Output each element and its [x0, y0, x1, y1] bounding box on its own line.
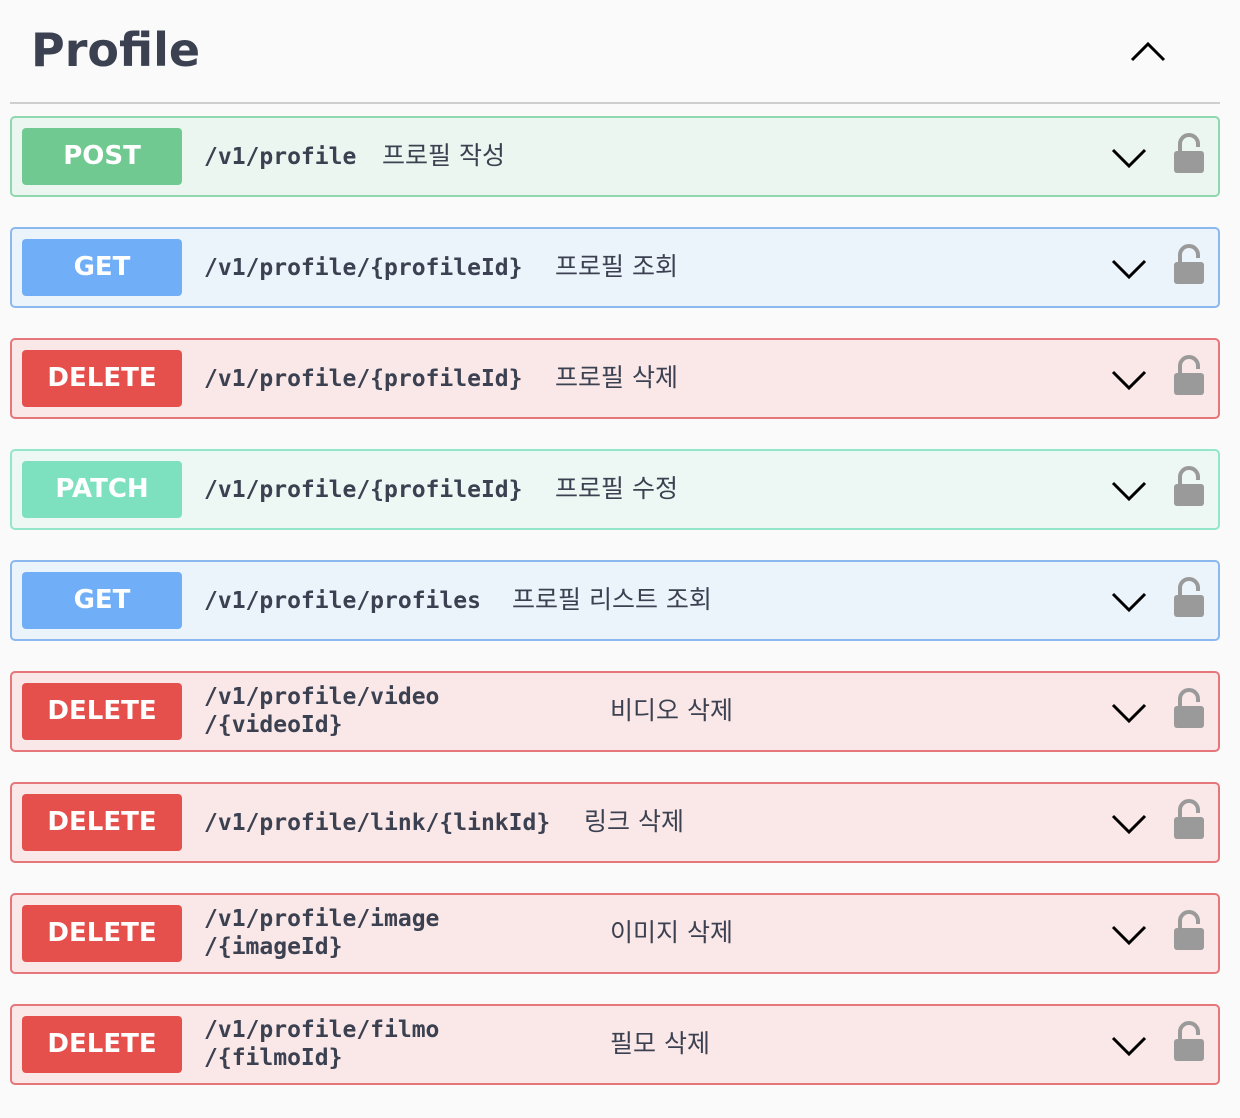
endpoint-path: /v1/profile: [204, 144, 357, 170]
endpoint-path-line: /v1/profile/image: [204, 906, 440, 932]
method-badge: DELETE: [22, 905, 182, 962]
authorize-button[interactable]: [1172, 466, 1206, 508]
endpoint-path: /v1/profile/{profileId}: [204, 255, 523, 281]
endpoint-path-line: /v1/profile/video: [204, 684, 440, 710]
operation-row[interactable]: DELETE /v1/profile/{profileId} 프로필 삭제: [10, 338, 1220, 419]
endpoint-summary: 프로필 리스트 조회: [512, 585, 712, 614]
authorize-button[interactable]: [1172, 688, 1206, 730]
endpoint-summary: 링크 삭제: [584, 807, 684, 836]
operation-row[interactable]: DELETE /v1/profile/video /{videoId} 비디오 …: [10, 671, 1220, 752]
lock-icon: [1174, 799, 1204, 839]
chevron-down-icon: [1111, 592, 1147, 613]
expand-button[interactable]: [1110, 475, 1148, 509]
endpoint-path: /v1/profile/filmo /{filmoId}: [204, 1016, 504, 1072]
section-title: Profile: [31, 23, 201, 77]
operation-row[interactable]: PATCH /v1/profile/{profileId} 프로필 수정: [10, 449, 1220, 530]
lock-icon: [1174, 355, 1204, 395]
endpoint-path-line: /{videoId}: [204, 712, 343, 738]
chevron-down-icon: [1111, 481, 1147, 502]
collapse-button[interactable]: [1126, 30, 1170, 74]
lock-icon: [1174, 577, 1204, 617]
expand-button[interactable]: [1110, 364, 1148, 398]
lock-icon: [1174, 688, 1204, 728]
chevron-down-icon: [1111, 148, 1147, 169]
operation-row[interactable]: POST /v1/profile 프로필 작성: [10, 116, 1220, 197]
endpoint-path-line: /{filmoId}: [204, 1045, 343, 1071]
lock-icon: [1174, 910, 1204, 950]
expand-button[interactable]: [1110, 142, 1148, 176]
operation-row[interactable]: DELETE /v1/profile/image /{imageId} 이미지 …: [10, 893, 1220, 974]
endpoint-summary: 프로필 삭제: [555, 363, 678, 392]
authorize-button[interactable]: [1172, 577, 1206, 619]
authorize-button[interactable]: [1172, 244, 1206, 286]
operation-row[interactable]: DELETE /v1/profile/filmo /{filmoId} 필모 삭…: [10, 1004, 1220, 1085]
authorize-button[interactable]: [1172, 1021, 1206, 1063]
endpoint-path: /v1/profile/profiles: [204, 588, 481, 614]
method-badge: GET: [22, 239, 182, 296]
chevron-down-icon: [1111, 814, 1147, 835]
chevron-down-icon: [1111, 925, 1147, 946]
operation-row[interactable]: GET /v1/profile/{profileId} 프로필 조회: [10, 227, 1220, 308]
endpoint-summary: 필모 삭제: [610, 1029, 710, 1058]
authorize-button[interactable]: [1172, 799, 1206, 841]
endpoint-path: /v1/profile/{profileId}: [204, 366, 523, 392]
endpoint-summary: 프로필 작성: [382, 141, 505, 170]
expand-button[interactable]: [1110, 808, 1148, 842]
method-badge: DELETE: [22, 794, 182, 851]
endpoint-summary: 이미지 삭제: [610, 918, 733, 947]
lock-icon: [1174, 133, 1204, 173]
method-badge: POST: [22, 128, 182, 185]
profile-section: Profile POST /v1/profile 프로필 작성 GET /v1/…: [0, 0, 1240, 1118]
lock-icon: [1174, 1021, 1204, 1061]
expand-button[interactable]: [1110, 253, 1148, 287]
method-badge: PATCH: [22, 461, 182, 518]
chevron-down-icon: [1111, 370, 1147, 391]
endpoint-path-line: /v1/profile/filmo: [204, 1017, 440, 1043]
endpoint-summary: 프로필 조회: [555, 252, 678, 281]
expand-button[interactable]: [1110, 697, 1148, 731]
endpoint-path: /v1/profile/link/{linkId}: [204, 810, 551, 836]
lock-icon: [1174, 244, 1204, 284]
expand-button[interactable]: [1110, 919, 1148, 953]
chevron-down-icon: [1111, 1036, 1147, 1057]
chevron-down-icon: [1111, 703, 1147, 724]
chevron-up-icon: [1130, 41, 1166, 62]
chevron-down-icon: [1111, 259, 1147, 280]
endpoint-path: /v1/profile/{profileId}: [204, 477, 523, 503]
section-header[interactable]: Profile: [10, 0, 1220, 104]
endpoint-path: /v1/profile/video /{videoId}: [204, 683, 504, 739]
authorize-button[interactable]: [1172, 133, 1206, 175]
endpoint-summary: 프로필 수정: [555, 474, 678, 503]
endpoint-summary: 비디오 삭제: [610, 696, 733, 725]
method-badge: DELETE: [22, 683, 182, 740]
operation-row[interactable]: DELETE /v1/profile/link/{linkId} 링크 삭제: [10, 782, 1220, 863]
endpoint-path-line: /{imageId}: [204, 934, 343, 960]
method-badge: DELETE: [22, 1016, 182, 1073]
endpoint-path: /v1/profile/image /{imageId}: [204, 905, 504, 961]
operations-list: POST /v1/profile 프로필 작성 GET /v1/profile/…: [10, 116, 1220, 1085]
authorize-button[interactable]: [1172, 355, 1206, 397]
lock-icon: [1174, 466, 1204, 506]
authorize-button[interactable]: [1172, 910, 1206, 952]
expand-button[interactable]: [1110, 586, 1148, 620]
method-badge: DELETE: [22, 350, 182, 407]
expand-button[interactable]: [1110, 1030, 1148, 1064]
method-badge: GET: [22, 572, 182, 629]
operation-row[interactable]: GET /v1/profile/profiles 프로필 리스트 조회: [10, 560, 1220, 641]
